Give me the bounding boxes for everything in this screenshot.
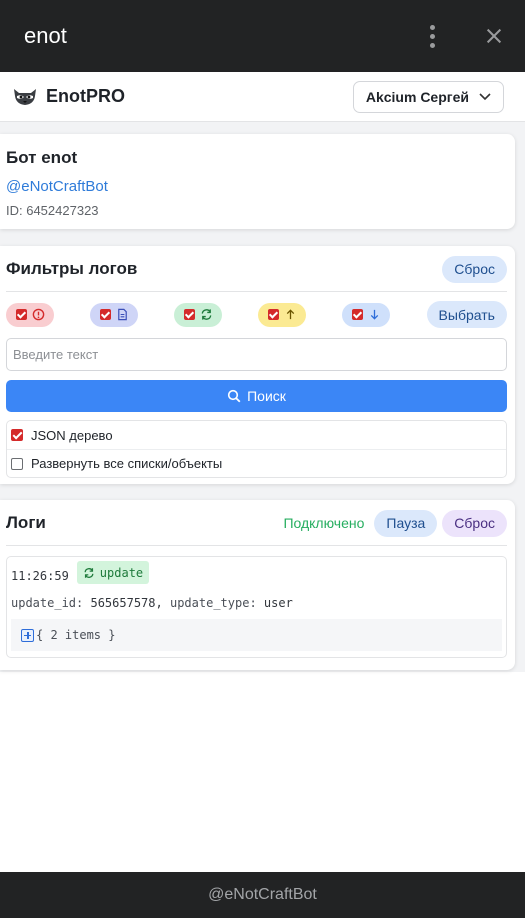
filter-text-input[interactable]: Введите текст: [6, 338, 507, 371]
log-filters-card: Фильтры логов Сброс Выбрать Введите текс…: [0, 246, 515, 484]
brand: EnotPRO: [12, 86, 353, 107]
refresh-icon: [84, 567, 94, 578]
log-key: update_type:: [169, 596, 257, 610]
chevron-down-icon: [479, 92, 491, 100]
filter-chip-error[interactable]: [6, 302, 54, 327]
bot-card: Бот enot @eNotCraftBot ID: 6452427323: [0, 134, 515, 229]
log-value: user: [263, 596, 293, 610]
brand-name: EnotPRO: [46, 86, 125, 106]
account-select-value: Akcium Сергей: [365, 88, 469, 105]
expand-plus-icon[interactable]: [21, 628, 34, 642]
bot-name: Бот enot: [6, 148, 78, 167]
filter-chip-document[interactable]: [90, 302, 139, 327]
json-tree-checkbox[interactable]: [11, 429, 23, 441]
log-type-badge: update: [76, 561, 150, 584]
filter-chip-incoming[interactable]: [342, 302, 391, 327]
search-icon: [227, 389, 241, 403]
filter-chips: Выбрать: [6, 301, 507, 328]
arrow-up-icon: [286, 309, 295, 320]
refresh-icon: [201, 309, 212, 320]
expand-all-checkbox[interactable]: [11, 457, 23, 470]
connection-status: Подключено: [283, 515, 365, 531]
footer-text: @eNotCraftBot: [208, 886, 317, 903]
pause-button[interactable]: Пауза: [374, 509, 438, 537]
log-time: 11:26:59: [11, 568, 69, 583]
option-label: JSON дерево: [31, 427, 113, 443]
document-icon: [117, 308, 127, 321]
view-options: JSON дерево Развернуть все списки/объект…: [6, 420, 507, 478]
logs-reset-button[interactable]: Сброс: [442, 509, 507, 537]
log-value: 565657578,: [90, 596, 163, 610]
filters-reset-button[interactable]: Сброс: [442, 255, 507, 283]
log-summary: update_id: 565657578, update_type: user: [11, 596, 502, 610]
app-header: EnotPRO Akcium Сергей: [0, 72, 525, 122]
bot-handle-link[interactable]: @eNotCraftBot: [6, 178, 509, 195]
checkbox-icon: [15, 309, 27, 320]
filter-chip-refresh[interactable]: [174, 302, 223, 327]
search-button-label: Поиск: [247, 388, 286, 404]
checkbox-icon: [351, 309, 363, 320]
content-area: [0, 122, 525, 872]
filter-text-placeholder: Введите текст: [13, 347, 99, 362]
search-button[interactable]: Поиск: [6, 380, 507, 412]
option-expand-all[interactable]: Развернуть все списки/объекты: [7, 449, 506, 477]
logs-card: Логи Подключено Пауза Сброс 11:26:59 upd…: [0, 500, 515, 670]
filters-select-button[interactable]: Выбрать: [426, 301, 507, 328]
window-titlebar: enot: [0, 0, 525, 72]
checkbox-icon: [267, 309, 279, 320]
log-key: update_id:: [11, 596, 84, 610]
account-select[interactable]: Akcium Сергей: [352, 80, 504, 113]
checkbox-icon: [183, 309, 195, 320]
log-type-label: update: [99, 565, 144, 580]
json-tree-summary: { 2 items }: [36, 628, 116, 642]
arrow-down-icon: [370, 309, 379, 320]
log-entry: 11:26:59 update update_id: 565657578, up…: [6, 556, 507, 658]
json-tree-node[interactable]: { 2 items }: [11, 619, 502, 651]
window-title: enot: [24, 23, 67, 48]
option-label: Развернуть все списки/объекты: [31, 456, 223, 471]
error-icon: [32, 308, 44, 321]
logs-title: Логи: [6, 513, 46, 532]
raccoon-logo-icon: [14, 88, 36, 105]
filter-chip-outgoing[interactable]: [258, 302, 307, 327]
option-json-tree[interactable]: JSON дерево: [7, 421, 506, 449]
filters-title: Фильтры логов: [6, 259, 138, 278]
bot-id: ID: 6452427323: [6, 203, 99, 218]
close-icon[interactable]: [485, 27, 503, 45]
footer: @eNotCraftBot: [0, 872, 525, 918]
more-options-icon[interactable]: [423, 24, 441, 48]
checkbox-icon: [99, 309, 111, 320]
